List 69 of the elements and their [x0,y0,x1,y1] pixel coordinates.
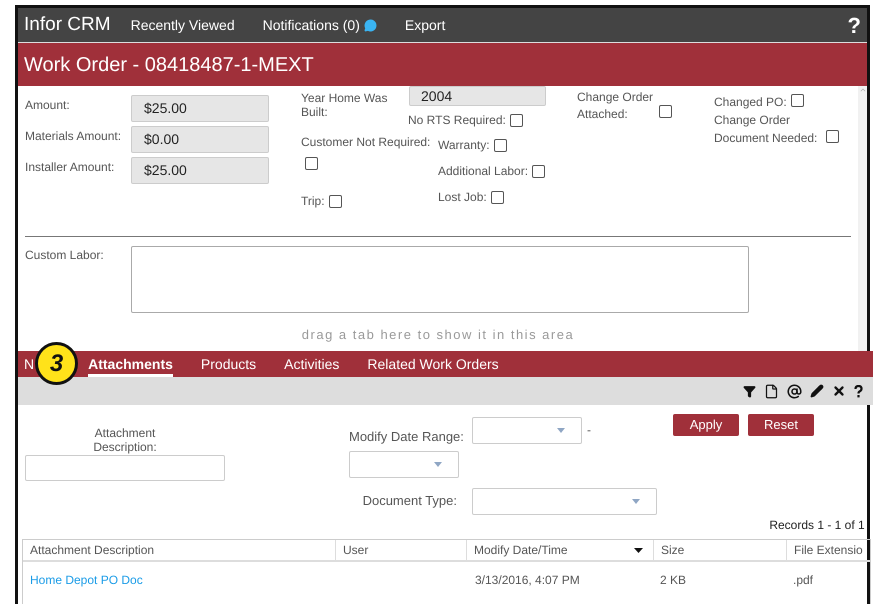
checkbox[interactable] [490,190,504,204]
field-label: Document Type: [362,492,458,510]
amount-field[interactable]: $0.00 [131,126,269,153]
filter-icon[interactable] [742,384,756,398]
field-label: Changed PO: [714,94,787,111]
at-sign-icon[interactable] [786,384,802,398]
field-label: Custom Labor: [25,247,105,264]
tab[interactable]: Activities [284,354,340,377]
checkbox[interactable] [532,164,546,178]
field-label: Year Home Was Built: [301,90,388,119]
document-icon[interactable] [764,384,779,398]
field-label: Modify Date Range: [349,428,465,446]
caret-icon [557,428,565,432]
checkbox[interactable] [328,194,342,208]
column-header[interactable]: Size [653,540,786,560]
column-header[interactable]: Modify Date/Time [466,540,653,560]
field-label: Attachment Description: [92,426,158,454]
drag-hint: drag a tab here to show it in this area [302,326,574,344]
field-label: Change Order Attached: [577,89,654,123]
table-cell: 2 KB [660,573,686,587]
brand-name: Infor CRM [24,12,111,37]
column-header[interactable]: File Extensio [786,540,870,560]
description-field[interactable] [25,455,225,481]
checkbox[interactable] [305,157,318,170]
field-label: No RTS Required: [408,112,506,129]
checkbox[interactable] [826,130,839,144]
page-title: Work Order - 08418487-1-MEXT [24,52,314,78]
field-label: Lost Job: [438,189,487,206]
column-header[interactable]: Attachment Description [23,540,335,560]
field-label: Trip: [301,193,325,210]
help-link[interactable]: ? [848,8,861,42]
help-icon[interactable] [854,384,863,398]
menu-link[interactable]: Export [404,14,446,36]
custom-labor-field[interactable] [131,246,749,313]
field-label: Materials Amount: [25,128,122,143]
table-cell: 3/13/2016, 4:07 PM [475,573,580,587]
checkbox[interactable] [659,105,672,118]
caret-icon [632,498,640,504]
pencil-icon[interactable] [810,384,824,398]
dropdown-field[interactable] [472,488,657,514]
tab[interactable]: N [24,354,34,377]
step-badge: 3 [35,342,78,385]
close-icon[interactable] [832,384,846,398]
table-cell: .pdf [793,573,814,587]
menu-link[interactable]: Notifications (0) [262,14,360,36]
field-label: Change Order Document Needed: [714,112,818,147]
scrollbar[interactable] [858,86,867,351]
checkbox[interactable] [790,94,804,108]
dropdown-field[interactable] [472,416,582,444]
records-count: Records 1 - 1 of 1 [769,517,865,534]
range-dash: - [587,422,591,439]
filter-button[interactable]: Reset [748,414,814,436]
caret-icon [434,462,442,466]
checkbox[interactable] [510,114,523,126]
menu-link[interactable]: Recently Viewed [130,14,235,36]
field-label: Additional Labor: [438,163,528,180]
amount-field[interactable]: $25.00 [131,157,269,184]
column-header[interactable]: User [335,540,466,560]
filter-button[interactable]: Apply [673,414,739,436]
field-label: Customer Not Required: [301,134,432,151]
amount-field[interactable]: $25.00 [131,95,269,122]
field-label: Installer Amount: [25,159,116,174]
field-label: Warranty: [438,137,490,154]
field-label: Amount: [25,97,71,112]
tab[interactable]: Products [200,354,256,377]
year-field[interactable]: 2004 [409,86,546,106]
dropdown-field[interactable] [349,450,459,478]
tab[interactable]: Related Work Orders [367,354,499,377]
checkbox[interactable] [494,138,507,152]
